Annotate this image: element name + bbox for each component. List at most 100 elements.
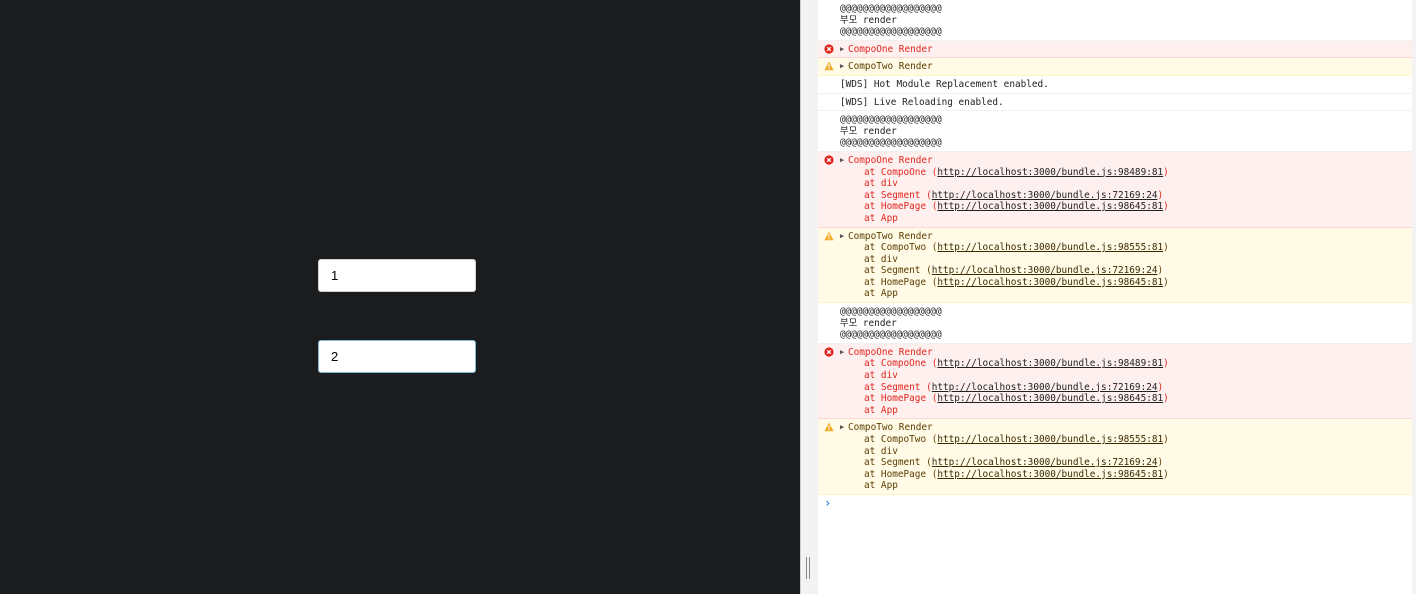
console-log-line: @@@@@@@@@@@@@@@@@@ bbox=[840, 3, 942, 14]
stack-frame-text: at App bbox=[864, 404, 898, 416]
console-message-log: [WDS] Live Reloading enabled. bbox=[818, 93, 1412, 112]
stack-frame-text: ) bbox=[1157, 457, 1164, 469]
splitter-grip-icon[interactable] bbox=[809, 557, 810, 579]
stack-frame-link[interactable]: http://localhost:3000/bundle.js:72169:24 bbox=[932, 382, 1158, 393]
stack-frame-text: at div bbox=[864, 178, 898, 190]
console-log-line: [WDS] Live Reloading enabled. bbox=[840, 96, 1004, 108]
stack-frame-text: ) bbox=[1163, 242, 1169, 254]
stack-trace-line: at div bbox=[840, 446, 1408, 458]
console-message-text: CompoOne Render bbox=[848, 154, 933, 166]
console-message-warn[interactable]: ▶ CompoTwo Render bbox=[818, 58, 1412, 76]
warning-icon bbox=[824, 231, 834, 241]
stack-trace-line: at Segment (http://localhost:3000/bundle… bbox=[840, 265, 1408, 277]
console-message-text: CompoOne Render bbox=[848, 346, 933, 358]
stack-frame-text: at App bbox=[864, 212, 898, 224]
console-prompt[interactable]: › bbox=[818, 495, 1412, 513]
console-log-line: @@@@@@@@@@@@@@@@@@ bbox=[840, 114, 942, 126]
stack-frame-text: at HomePage ( bbox=[864, 393, 938, 405]
error-icon bbox=[824, 44, 834, 54]
stack-trace-line: at HomePage (http://localhost:3000/bundl… bbox=[840, 469, 1408, 481]
console-message-warn[interactable]: ▶ CompoTwo Render at CompoTwo (http://loca… bbox=[818, 227, 1412, 304]
console-log-line: @@@@@@@@@@@@@@@@@@ bbox=[840, 137, 942, 149]
stack-trace-line: at App bbox=[840, 405, 1408, 417]
console-message-head[interactable]: ▶ CompoOne Render bbox=[840, 347, 1408, 359]
expand-triangle-icon[interactable]: ▶ bbox=[840, 422, 848, 434]
console-message-error[interactable]: ▶ CompoOne Render at CompoOne (http://loca… bbox=[818, 343, 1412, 420]
console-message-log: @@@@@@@@@@@@@@@@@@ 부모 render @@@@@@@@@@@@@… bbox=[818, 111, 1412, 152]
console-message-head[interactable]: ▶ CompoOne Render bbox=[840, 155, 1408, 167]
stack-frame-text: ) bbox=[1163, 276, 1169, 288]
console-message-log: @@@@@@@@@@@@@@@@@@ 부모 render @@@@@@@@@@@@@… bbox=[818, 303, 1412, 344]
stack-frame-text: at div bbox=[864, 253, 898, 265]
console-message-text: CompoTwo Render bbox=[848, 422, 933, 434]
stack-trace-line: at CompoTwo (http://localhost:3000/bundl… bbox=[840, 242, 1408, 254]
console-log-line: 부모 render bbox=[840, 14, 897, 26]
stack-frame-text: at div bbox=[864, 370, 898, 382]
stack-frame-text: at App bbox=[864, 480, 898, 492]
stack-frame-text: at CompoOne ( bbox=[864, 166, 938, 178]
stack-frame-text: ) bbox=[1157, 189, 1164, 201]
stack-trace-line: at App bbox=[840, 480, 1408, 492]
expand-triangle-icon[interactable]: ▶ bbox=[840, 44, 848, 56]
stack-frame-text: at CompoOne ( bbox=[864, 358, 938, 370]
stack-trace-line: at CompoOne (http://localhost:3000/bundl… bbox=[840, 167, 1408, 179]
stack-frame-link[interactable]: http://localhost:3000/bundle.js:98555:81 bbox=[937, 242, 1163, 253]
stack-frame-text: at div bbox=[864, 445, 898, 457]
stack-frame-text: ) bbox=[1157, 381, 1164, 393]
warning-icon bbox=[824, 61, 834, 71]
devtools-splitter[interactable] bbox=[800, 0, 818, 594]
stack-frame-link[interactable]: http://localhost:3000/bundle.js:98645:81 bbox=[937, 201, 1163, 212]
prompt-chevron-icon: › bbox=[824, 495, 832, 510]
console-log-line: @@@@@@@@@@@@@@@@@@ bbox=[840, 26, 942, 38]
console-message-warn[interactable]: ▶ CompoTwo Render at CompoTwo (http://loca… bbox=[818, 419, 1412, 495]
console-message-text: CompoTwo Render bbox=[848, 61, 933, 73]
stack-trace-line: at HomePage (http://localhost:3000/bundl… bbox=[840, 393, 1408, 405]
console-message-head[interactable]: ▶ CompoTwo Render bbox=[840, 61, 1408, 73]
stack-frame-link[interactable]: http://localhost:3000/bundle.js:72169:24 bbox=[932, 457, 1158, 468]
stack-trace-line: at div bbox=[840, 178, 1408, 190]
stack-frame-link[interactable]: http://localhost:3000/bundle.js:98489:81 bbox=[937, 167, 1163, 178]
expand-triangle-icon[interactable]: ▶ bbox=[840, 155, 848, 167]
stack-trace-line: at CompoOne (http://localhost:3000/bundl… bbox=[840, 358, 1408, 370]
console-message-error[interactable]: ▶ CompoOne Render at CompoOne (http://loca… bbox=[818, 151, 1412, 228]
stack-frame-link[interactable]: http://localhost:3000/bundle.js:72169:24 bbox=[932, 265, 1158, 276]
console-message-text: CompoOne Render bbox=[848, 43, 933, 55]
expand-triangle-icon[interactable]: ▶ bbox=[840, 61, 848, 73]
stack-frame-link[interactable]: http://localhost:3000/bundle.js:98645:81 bbox=[937, 393, 1163, 404]
stack-frame-text: at App bbox=[864, 288, 898, 300]
stack-frame-link[interactable]: http://localhost:3000/bundle.js:98489:81 bbox=[937, 358, 1163, 369]
console-message-head[interactable]: ▶ CompoTwo Render bbox=[840, 422, 1408, 434]
stack-trace-line: at div bbox=[840, 254, 1408, 266]
console-scrollbar[interactable] bbox=[1412, 0, 1416, 594]
stack-frame-text: at Segment ( bbox=[864, 265, 932, 277]
stack-trace-line: at Segment (http://localhost:3000/bundle… bbox=[840, 190, 1408, 202]
stack-frame-link[interactable]: http://localhost:3000/bundle.js:72169:24 bbox=[932, 190, 1158, 201]
stack-frame-text: ) bbox=[1163, 468, 1169, 480]
console-message-head[interactable]: ▶ CompoTwo Render bbox=[840, 231, 1408, 243]
console-log-line: @@@@@@@@@@@@@@@@@@ bbox=[840, 329, 942, 341]
stack-trace-line: at HomePage (http://localhost:3000/bundl… bbox=[840, 277, 1408, 289]
stack-trace-line: at App bbox=[840, 288, 1408, 300]
stack-frame-text: at Segment ( bbox=[864, 457, 932, 469]
number-input-2[interactable] bbox=[318, 340, 476, 373]
stack-frame-text: at HomePage ( bbox=[864, 468, 938, 480]
console-log-line: 부모 render bbox=[840, 125, 897, 137]
app-viewport bbox=[0, 0, 800, 594]
stack-frame-text: at CompoTwo ( bbox=[864, 242, 938, 254]
stack-frame-text: at Segment ( bbox=[864, 381, 932, 393]
console-message-head[interactable]: ▶ CompoOne Render bbox=[840, 44, 1408, 56]
stack-frame-link[interactable]: http://localhost:3000/bundle.js:98555:81 bbox=[937, 434, 1163, 445]
expand-triangle-icon[interactable]: ▶ bbox=[840, 231, 848, 243]
stack-trace-line: at HomePage (http://localhost:3000/bundl… bbox=[840, 201, 1408, 213]
stack-frame-text: ) bbox=[1163, 434, 1169, 445]
stack-frame-link[interactable]: http://localhost:3000/bundle.js:98645:81 bbox=[937, 469, 1163, 480]
splitter-grip-icon[interactable] bbox=[806, 557, 807, 579]
console-message-error[interactable]: ▶ CompoOne Render bbox=[818, 40, 1412, 59]
number-input-1[interactable] bbox=[318, 259, 476, 292]
error-icon bbox=[824, 155, 834, 165]
stack-frame-link[interactable]: http://localhost:3000/bundle.js:98645:81 bbox=[937, 277, 1163, 288]
stack-frame-text: ) bbox=[1163, 393, 1169, 405]
stack-trace-line: at App bbox=[840, 213, 1408, 225]
console-log-line: @@@@@@@@@@@@@@@@@@ bbox=[840, 306, 942, 318]
expand-triangle-icon[interactable]: ▶ bbox=[840, 347, 848, 359]
